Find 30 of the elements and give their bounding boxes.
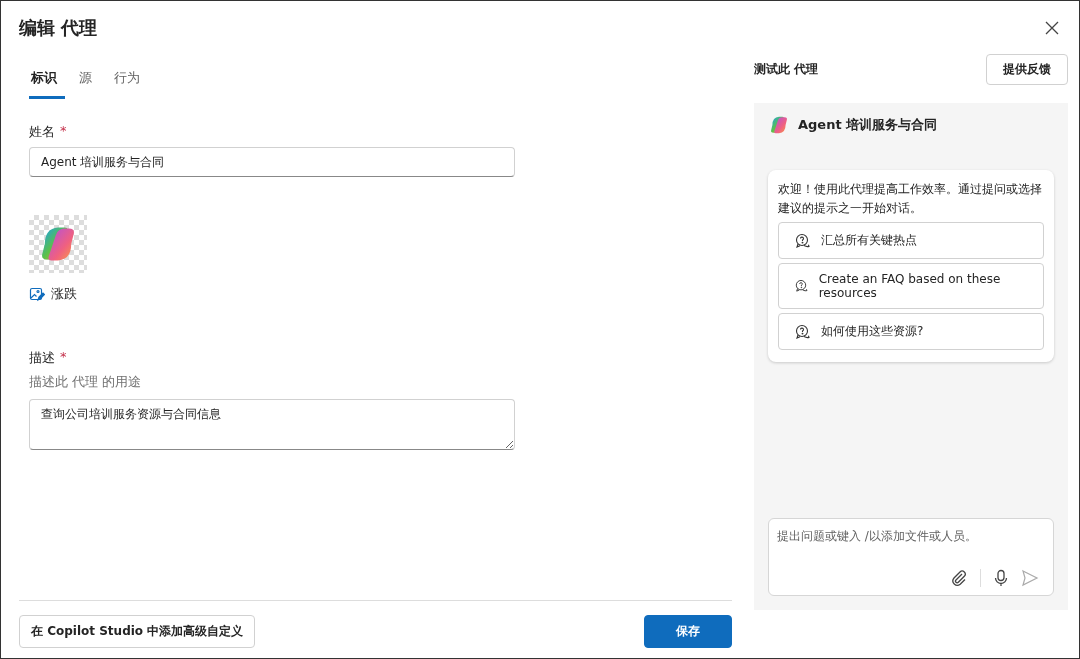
chat-input-field[interactable]: 提出问题或键入 /以添加文件或人员。	[777, 529, 1045, 543]
close-button[interactable]	[1043, 19, 1061, 37]
description-input-field[interactable]: 查询公司培训服务资源与合同信息	[29, 399, 515, 450]
required-mark: *	[60, 349, 67, 366]
window-title: 编辑 代理	[19, 16, 98, 40]
tab[interactable]: 源	[77, 65, 100, 99]
tab[interactable]: 标识	[29, 65, 65, 99]
name-input-field[interactable]: Agent 培训服务与合同	[29, 147, 515, 177]
feedback-button[interactable]: 提供反馈	[986, 53, 1068, 85]
copilot-logo-icon	[768, 114, 790, 136]
suggestion-button[interactable]: 汇总所有关键热点	[778, 222, 1044, 259]
panel-title: 测试此 代理	[754, 60, 819, 78]
field-label: 姓名	[29, 123, 55, 141]
change-icon-button[interactable]: 涨跌	[29, 285, 77, 303]
tab[interactable]: 行为	[112, 65, 148, 99]
image-edit-icon	[29, 286, 45, 302]
field-hint: 描述此 代理 的用途	[29, 373, 143, 391]
chat-question-icon	[795, 323, 811, 340]
required-mark: *	[60, 123, 67, 140]
welcome-message: 欢迎！使用此代理提高工作效率。通过提问或选择建议的提示之一开始对话。	[778, 181, 1043, 217]
chat-question-icon	[795, 232, 811, 249]
customize-button[interactable]: 在 Copilot Studio 中添加高级自定义	[19, 615, 256, 648]
suggestion-button[interactable]: 如何使用这些资源?	[778, 313, 1044, 350]
microphone-button[interactable]	[993, 569, 1009, 587]
suggestion-button[interactable]: Create an FAQ based on these resources	[778, 263, 1044, 309]
attach-button[interactable]	[950, 569, 968, 587]
chat-question-icon	[795, 278, 809, 294]
agent-name: Agent 培训服务与合同	[798, 116, 938, 134]
save-button[interactable]: 保存	[644, 615, 732, 648]
field-label: 描述	[29, 349, 55, 367]
